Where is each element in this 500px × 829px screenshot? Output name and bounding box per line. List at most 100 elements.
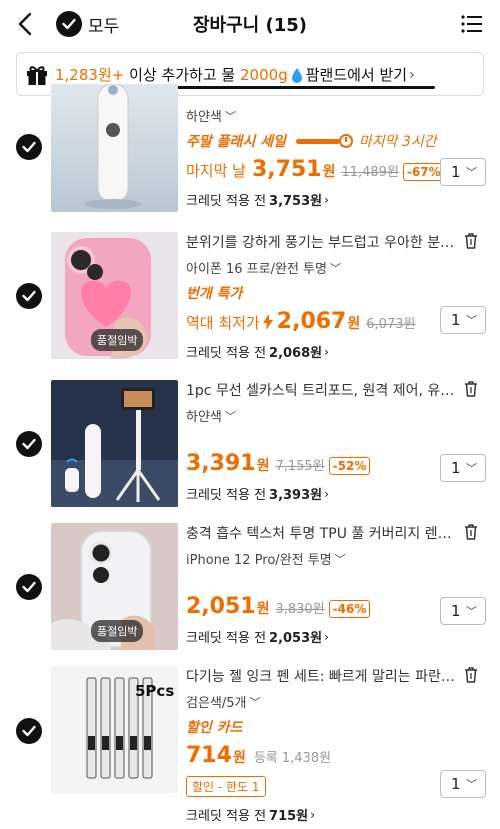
quantity-select[interactable]: 1 ﹀ xyxy=(440,158,486,186)
quantity-select[interactable]: 1 ﹀ xyxy=(440,770,486,798)
banner-amount: 1,283원+ xyxy=(55,66,125,84)
option-label: 하얀색 xyxy=(186,110,222,125)
credit-price: 2,068원 xyxy=(269,346,323,361)
price: 2,067 xyxy=(276,309,347,334)
chevron-down-icon: ﹀ xyxy=(466,166,477,179)
credit-price: 2,053원 xyxy=(269,631,323,646)
cart-item: 1pc 무선 셀카스틱 트리포드, 원격 제어, 유… 하얀색 ﹀ 3,391 원… xyxy=(0,380,500,512)
chevron-right-icon: › xyxy=(324,629,329,644)
chevron-right-icon: › xyxy=(324,344,329,359)
original-price: 6,073원 xyxy=(366,317,416,332)
credit-price-link[interactable]: 크레딧 적용 전 2,053원 › xyxy=(186,627,486,647)
product-name[interactable]: 1pc 무선 셀카스틱 트리포드, 원격 제어, 유… xyxy=(186,380,462,400)
quantity-value: 1 xyxy=(451,311,461,329)
trash-icon[interactable] xyxy=(462,380,480,398)
banner-water: 2000g xyxy=(240,65,288,84)
credit-price-link[interactable]: 크레딧 적용 전 2,068원 › xyxy=(186,342,486,362)
option-selector[interactable]: 하얀색 ﹀ xyxy=(186,106,486,126)
chevron-down-icon: ﹀ xyxy=(224,109,236,123)
cart-item: 5Pcs 다기능 젤 잉크 펜 세트: 빠르게 말리는 파란… 검은색/5개 ﹀ … xyxy=(0,666,500,829)
credit-price: 3,753원 xyxy=(269,194,323,209)
product-image[interactable]: 품절임박 xyxy=(51,232,178,359)
product-name[interactable]: 충격 흡수 텍스처 투명 TPU 풀 커버리지 렌… xyxy=(186,523,462,543)
promo-label: 할인 카드 xyxy=(186,720,243,736)
credit-label: 크레딧 적용 전 xyxy=(186,809,267,824)
discount-badge: -46% xyxy=(328,600,371,618)
pack-count-label: 5Pcs xyxy=(135,682,175,700)
currency: 원 xyxy=(347,316,361,332)
option-label: 검은색/5개 xyxy=(186,696,247,711)
option-selector[interactable]: 검은색/5개 ﹀ xyxy=(186,692,486,712)
product-image[interactable]: 품절임박 xyxy=(51,523,178,650)
flash-sale-label: 주말 플래시 세일 xyxy=(186,134,286,150)
credit-label: 크레딧 적용 전 xyxy=(186,488,267,503)
credit-price: 715원 xyxy=(269,809,309,824)
currency: 원 xyxy=(256,601,270,617)
discount-badge: -52% xyxy=(328,457,371,475)
credit-price-link[interactable]: 크레딧 적용 전 3,393원 › xyxy=(186,484,486,504)
product-image[interactable]: 5Pcs xyxy=(51,666,178,793)
select-all-toggle[interactable]: 모두 xyxy=(56,10,119,38)
flash-timer-bar xyxy=(295,138,340,144)
registered-price: 등록 1,438원 xyxy=(253,751,332,766)
quantity-value: 1 xyxy=(451,459,461,477)
option-label: 하얀색 xyxy=(186,410,222,425)
price-prefix: 마지막 날 xyxy=(186,162,246,180)
option-selector[interactable]: 하얀색 ﹀ xyxy=(186,406,486,426)
credit-price-link[interactable]: 크레딧 적용 전 3,753원 › xyxy=(186,190,486,210)
chevron-right-icon: › xyxy=(310,807,315,822)
product-image[interactable] xyxy=(51,84,178,212)
credit-price-link[interactable]: 크레딧 적용 전 715원 › xyxy=(186,805,486,825)
quantity-value: 1 xyxy=(451,602,461,620)
currency: 원 xyxy=(256,458,270,474)
trash-icon[interactable] xyxy=(462,523,480,541)
currency: 원 xyxy=(232,750,246,766)
item-check-icon[interactable] xyxy=(16,574,42,600)
option-label: iPhone 12 Pro/완전 투명 xyxy=(186,553,332,568)
header: 모두 장바구니 (15) xyxy=(0,0,500,50)
chevron-right-icon: › xyxy=(324,192,329,207)
product-image[interactable] xyxy=(51,380,178,507)
trash-icon[interactable] xyxy=(462,666,480,684)
price: 3,391 xyxy=(186,451,256,476)
cart-item: 하얀색 ﹀ 주말 플래시 세일 마지막 3시간 마지막 날 3,751 원 11,… xyxy=(0,84,500,218)
coupon-tag: 할인 - 한도 1 xyxy=(186,776,266,797)
chevron-down-icon: ﹀ xyxy=(466,314,477,327)
product-name[interactable]: 다기능 젤 잉크 펜 세트: 빠르게 말리는 파란… xyxy=(186,666,462,686)
item-check-icon[interactable] xyxy=(16,431,42,457)
item-check-icon[interactable] xyxy=(16,718,42,744)
water-drop-icon xyxy=(291,67,302,83)
product-name[interactable]: 분위기를 강하게 풍기는 부드럽고 우아한 분… xyxy=(186,232,462,252)
check-icon xyxy=(56,11,82,37)
original-price: 7,155원 xyxy=(275,459,325,474)
list-menu-icon[interactable] xyxy=(460,12,484,36)
chevron-right-icon: › xyxy=(324,486,329,501)
item-check-icon[interactable] xyxy=(16,283,42,309)
option-selector[interactable]: iPhone 12 Pro/완전 투명 ﹀ xyxy=(186,549,486,569)
chevron-right-icon: › xyxy=(409,66,415,83)
option-selector[interactable]: 아이폰 16 프로/완전 투명 ﹀ xyxy=(186,258,486,278)
original-price: 3,830원 xyxy=(275,602,325,617)
cart-item: 품절임박 분위기를 강하게 풍기는 부드럽고 우아한 분… 아이폰 16 프로/… xyxy=(0,232,500,364)
original-price: 11,489원 xyxy=(341,165,399,180)
chevron-down-icon: ﹀ xyxy=(249,695,261,709)
chevron-down-icon: ﹀ xyxy=(466,778,477,791)
banner-text-2: 팜랜드에서 받기 xyxy=(305,66,408,84)
quantity-value: 1 xyxy=(451,163,461,181)
chevron-down-icon: ﹀ xyxy=(466,605,477,618)
quantity-select[interactable]: 1 ﹀ xyxy=(440,597,486,625)
lightning-icon xyxy=(262,313,273,330)
currency: 원 xyxy=(322,164,336,180)
chevron-down-icon: ﹀ xyxy=(224,409,236,423)
chevron-down-icon: ﹀ xyxy=(334,552,346,566)
credit-label: 크레딧 적용 전 xyxy=(186,194,267,209)
quantity-select[interactable]: 1 ﹀ xyxy=(440,306,486,334)
low-stock-badge: 품절임박 xyxy=(91,329,144,351)
quantity-select[interactable]: 1 ﹀ xyxy=(440,454,486,482)
back-arrow-icon[interactable] xyxy=(14,10,38,38)
page-title: 장바구니 (15) xyxy=(192,15,307,36)
flash-sale: 주말 플래시 세일 마지막 3시간 xyxy=(186,131,486,151)
promo-label: 번개 특가 xyxy=(186,286,243,302)
trash-icon[interactable] xyxy=(462,232,480,250)
item-check-icon[interactable] xyxy=(16,134,42,160)
